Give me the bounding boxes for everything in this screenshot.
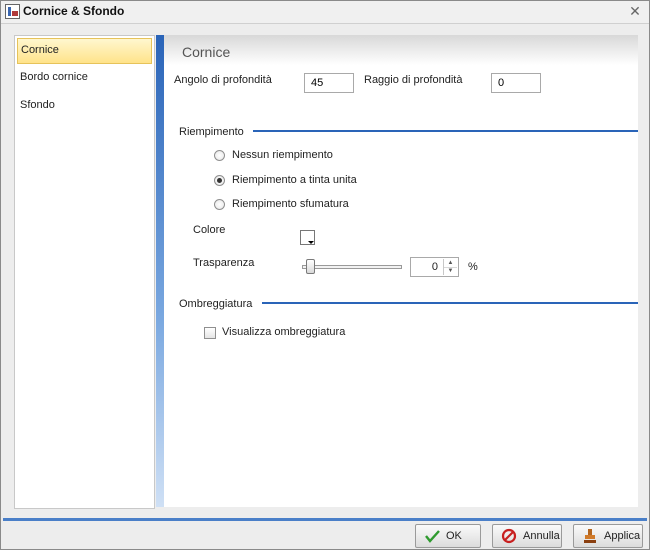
radio-solid-fill[interactable] xyxy=(214,175,225,186)
apply-button-label: Applica xyxy=(604,530,641,542)
checkmark-icon xyxy=(425,530,440,543)
fill-group-label: Riempimento xyxy=(179,126,244,138)
close-icon: ✕ xyxy=(629,3,641,19)
apply-button[interactable]: Applica xyxy=(573,524,643,548)
panel-title: Cornice xyxy=(182,44,231,60)
transparency-spinner[interactable]: 0 ▲ ▼ xyxy=(410,257,459,277)
sidebar-item-cornice[interactable]: Cornice xyxy=(17,38,152,64)
app-icon xyxy=(5,4,20,19)
settings-panel: Cornice Angolo di profondità Raggio di p… xyxy=(156,35,638,507)
transparency-slider-track[interactable] xyxy=(302,265,402,269)
sidebar-item-bordo-cornice[interactable]: Bordo cornice xyxy=(15,64,154,92)
title-bar: Cornice & Sfondo ✕ xyxy=(1,1,649,24)
shadow-group-label: Ombreggiatura xyxy=(179,298,253,310)
color-picker-button[interactable] xyxy=(300,230,315,245)
show-shadow-checkbox[interactable] xyxy=(204,327,216,339)
cancel-button-label: Annulla xyxy=(523,530,560,542)
radio-solid-fill-label: Riempimento a tinta unita xyxy=(232,174,357,186)
ok-button[interactable]: OK xyxy=(415,524,481,548)
footer-divider xyxy=(3,518,647,521)
panel-accent-stripe xyxy=(156,35,164,507)
transparency-slider-thumb[interactable] xyxy=(306,259,315,274)
cancel-icon xyxy=(501,528,517,544)
radio-gradient-fill-label: Riempimento sfumatura xyxy=(232,198,349,210)
spin-down-button[interactable]: ▼ xyxy=(443,267,457,275)
depth-angle-label: Angolo di profondità xyxy=(174,74,272,86)
color-label: Colore xyxy=(193,224,226,236)
dialog-window: Cornice & Sfondo ✕ Cornice Bordo cornice… xyxy=(0,0,650,550)
transparency-label: Trasparenza xyxy=(193,257,255,269)
depth-angle-input[interactable] xyxy=(304,73,354,93)
transparency-value: 0 xyxy=(431,261,438,273)
radio-gradient-fill[interactable] xyxy=(214,199,225,210)
fill-group-divider xyxy=(253,130,638,132)
ok-button-label: OK xyxy=(446,530,462,542)
panel-header: Cornice xyxy=(164,35,638,65)
depth-radius-label: Raggio di profondità xyxy=(364,74,463,86)
sidebar-nav: Cornice Bordo cornice Sfondo xyxy=(14,35,155,509)
depth-radius-input[interactable] xyxy=(491,73,541,93)
window-title: Cornice & Sfondo xyxy=(23,4,125,18)
radio-no-fill[interactable] xyxy=(214,150,225,161)
cancel-button[interactable]: Annulla xyxy=(492,524,562,548)
show-shadow-label: Visualizza ombreggiatura xyxy=(222,326,346,338)
close-button[interactable]: ✕ xyxy=(627,3,643,19)
sidebar-item-sfondo[interactable]: Sfondo xyxy=(15,92,154,120)
stamp-icon xyxy=(584,529,596,543)
transparency-unit: % xyxy=(468,261,478,273)
shadow-group-divider xyxy=(262,302,638,304)
radio-no-fill-label: Nessun riempimento xyxy=(232,149,333,161)
